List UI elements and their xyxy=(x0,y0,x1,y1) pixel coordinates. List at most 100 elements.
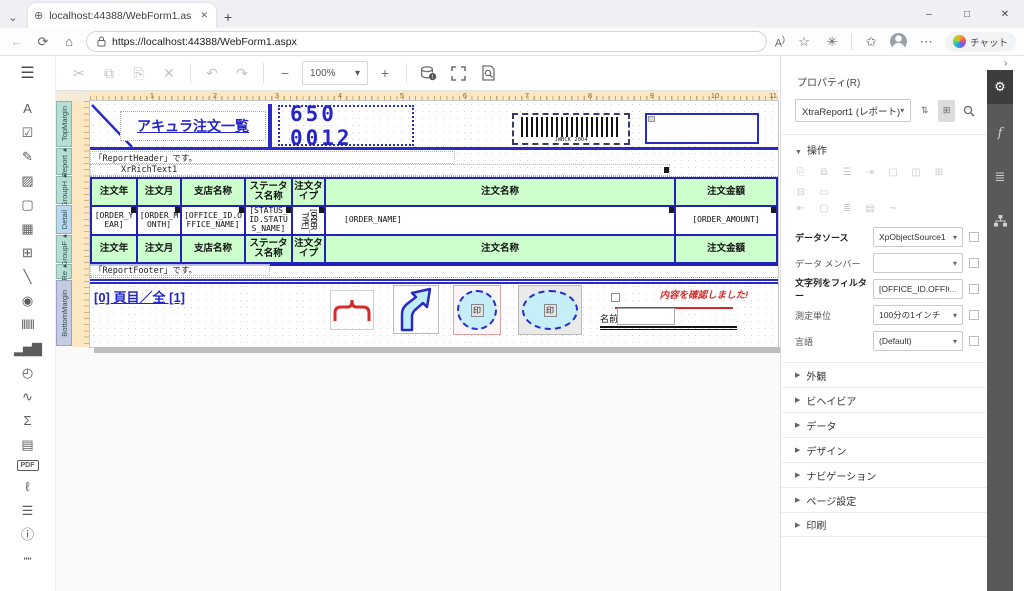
language-dropdown[interactable]: (Default)▾ xyxy=(873,331,963,351)
expressions-tab-fx-icon[interactable]: f xyxy=(987,118,1013,148)
category-view-button[interactable]: ⊞ xyxy=(938,100,955,122)
url-field[interactable]: https://localhost:44388/WebForm1.aspx xyxy=(86,31,767,52)
validate-bindings-button[interactable]: ! xyxy=(415,60,441,86)
section-data[interactable]: ▶データ xyxy=(781,412,987,437)
sparkline-tool[interactable]: ∿ xyxy=(17,388,39,405)
new-tab-button[interactable]: + xyxy=(216,6,240,28)
property-checkbox[interactable] xyxy=(969,336,979,346)
number-display-control[interactable]: 650 0012 xyxy=(278,105,414,146)
operation-icon[interactable]: ▤ xyxy=(864,202,876,214)
name-input-box[interactable] xyxy=(617,308,675,325)
pdf-content-tool[interactable]: PDF xyxy=(17,460,39,471)
operation-icon[interactable]: ⇥ xyxy=(864,166,876,178)
tab-close-icon[interactable]: ✕ xyxy=(198,8,210,23)
report-footer-label[interactable]: 「ReportFooter」です。 xyxy=(90,264,270,276)
band-detail[interactable]: Detail xyxy=(56,205,72,234)
filterstring-editor[interactable]: [OFFICE_ID.OFFICE_ID] ...… xyxy=(873,279,963,299)
field-cell[interactable]: [ORDER_YEAR] xyxy=(92,207,138,236)
operation-icon[interactable]: ▭ xyxy=(818,186,830,198)
operations-section-header[interactable]: ▼操作 xyxy=(781,134,987,162)
band-top-margin[interactable]: TopMargin xyxy=(56,101,72,147)
band-report-footer[interactable]: Re▸ xyxy=(56,264,72,279)
operation-icon[interactable]: ≣ xyxy=(841,202,853,214)
property-checkbox[interactable] xyxy=(969,258,979,268)
section-design[interactable]: ▶デザイン xyxy=(781,437,987,462)
selected-object-dropdown[interactable]: XtraReport1 (レポート) ▾ xyxy=(795,99,911,122)
section-behavior[interactable]: ▶ビヘイビア xyxy=(781,387,987,412)
home-icon[interactable]: ⌂ xyxy=(60,34,78,49)
header-cell[interactable]: 注文名称 xyxy=(326,179,676,207)
fullscreen-button[interactable] xyxy=(445,60,471,86)
preview-button[interactable] xyxy=(475,60,501,86)
footer-cell[interactable]: 注文月 xyxy=(138,236,182,264)
field-cell[interactable]: [ORDER_TYPE] xyxy=(293,207,326,236)
field-cell[interactable]: [ORDER_MONTH] xyxy=(138,207,182,236)
band-group-header[interactable]: GroupH▸ xyxy=(56,176,72,204)
footer-cell[interactable]: ステータス名称 xyxy=(246,236,293,264)
delete-button[interactable]: ✕ xyxy=(156,60,182,86)
signature-tool[interactable]: ℓ xyxy=(17,478,39,495)
properties-tab-gear-icon[interactable]: ⚙ xyxy=(987,70,1013,104)
stamp-ellipse-control[interactable]: 印 xyxy=(518,285,582,335)
favorites-list-icon[interactable]: ✩ xyxy=(862,34,880,50)
footer-cell[interactable]: 注文名称 xyxy=(326,236,676,264)
confirm-checkbox[interactable] xyxy=(611,293,620,302)
confirm-text[interactable]: 内容を確認しました! xyxy=(638,287,770,301)
table-of-contents-tool[interactable]: ☰ xyxy=(17,502,39,519)
sort-alphabetical-button[interactable]: ⇅ xyxy=(916,100,933,122)
zoom-level-select[interactable]: 100% ▾ xyxy=(302,61,368,85)
footer-cell[interactable]: 支店名称 xyxy=(182,236,246,264)
band-report-header[interactable]: Report▸ xyxy=(56,148,72,175)
datamember-dropdown[interactable]: ▾ xyxy=(873,253,963,273)
character-comb-tool[interactable]: ⊞ xyxy=(17,244,39,261)
operation-icon[interactable]: ▢ xyxy=(887,166,899,178)
arrow-shape-control[interactable] xyxy=(393,285,439,334)
barcode-control[interactable]: JWBCK 2004 xyxy=(512,113,630,145)
refresh-icon[interactable]: ⟳ xyxy=(34,34,52,50)
profile-avatar[interactable] xyxy=(890,33,907,50)
picture-box-control[interactable] xyxy=(645,113,759,144)
section-page-settings[interactable]: ▶ページ設定 xyxy=(781,487,987,512)
page-info-control[interactable]: [0] 頁目／全 [1] xyxy=(94,287,185,306)
field-list-tab-icon[interactable]: ≣ xyxy=(987,162,1013,192)
page-break-tool[interactable]: ┉ xyxy=(17,550,39,567)
redo-button[interactable]: ↷ xyxy=(229,60,255,86)
field-cell[interactable]: [ORDER_NAME] xyxy=(326,207,676,236)
measureunit-dropdown[interactable]: 100分の1インチ▾ xyxy=(873,305,963,325)
cut-button[interactable]: ✂ xyxy=(66,60,92,86)
report-explorer-tab-icon[interactable] xyxy=(987,206,1013,236)
copilot-button[interactable]: チャット xyxy=(945,32,1016,52)
copy-button[interactable]: ⧉ xyxy=(96,60,122,86)
header-cell[interactable]: 支店名称 xyxy=(182,179,246,207)
operation-icon[interactable]: ∼ xyxy=(887,202,899,214)
collapse-panel-chevron-icon[interactable]: › xyxy=(1004,58,1007,69)
footer-cell[interactable]: 注文タイプ xyxy=(293,236,326,264)
picturebox-tool[interactable]: ▨ xyxy=(17,172,39,189)
band-bottom-margin[interactable]: BottomMargin xyxy=(56,280,72,346)
band-group-footer[interactable]: GroupF▸ xyxy=(56,235,72,263)
table-tool[interactable]: ▦ xyxy=(17,220,39,237)
chart-tool[interactable]: ▂▅▇ xyxy=(17,340,39,357)
tab-search-chevron-icon[interactable]: ⌄ xyxy=(0,6,26,28)
section-navigation[interactable]: ▶ナビゲーション xyxy=(781,462,987,487)
zoom-in-button[interactable]: + xyxy=(372,60,398,86)
field-cell[interactable]: [STATUS_ID.STATUS_NAME] xyxy=(246,207,293,236)
gauge-tool[interactable]: ◴ xyxy=(17,364,39,381)
header-cell[interactable]: 注文金額 xyxy=(676,179,776,207)
search-properties-button[interactable] xyxy=(960,100,977,122)
minimize-button[interactable]: – xyxy=(910,0,948,28)
browser-essentials-icon[interactable]: ✳ xyxy=(823,34,841,50)
footer-cell[interactable]: 注文金額 xyxy=(676,236,776,264)
vertical-bar-control[interactable] xyxy=(268,104,272,147)
header-cell[interactable]: 注文月 xyxy=(138,179,182,207)
favorite-star-icon[interactable]: ☆ xyxy=(795,34,813,50)
operation-icon[interactable]: ◫ xyxy=(910,166,922,178)
operation-icon[interactable]: ▢ xyxy=(818,202,830,214)
datasource-dropdown[interactable]: XpObjectSource1▾ xyxy=(873,227,963,247)
undo-button[interactable]: ↶ xyxy=(199,60,225,86)
footer-cell[interactable]: 注文年 xyxy=(92,236,138,264)
report-design-surface[interactable]: アキュラ注文一覧 650 0012 JWBCK 2004 「ReportHead… xyxy=(90,101,778,347)
browser-tab[interactable]: ⊕ localhost:44388/WebForm1.aspx ✕ xyxy=(28,3,216,28)
header-cell[interactable]: 注文年 xyxy=(92,179,138,207)
pivot-grid-tool[interactable]: Σ xyxy=(17,412,39,429)
